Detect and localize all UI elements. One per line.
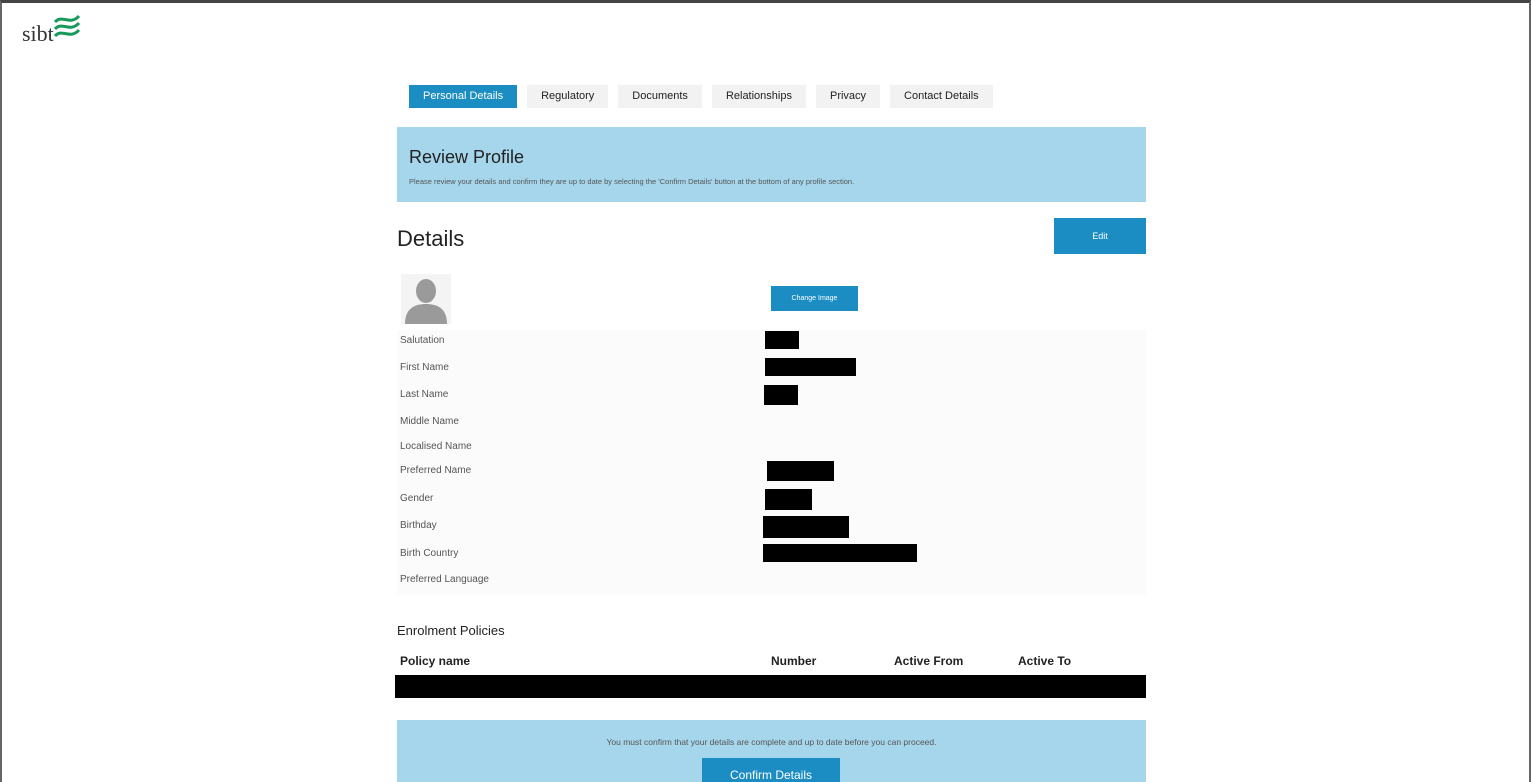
field-label: Preferred Language — [400, 574, 489, 585]
field-first-name: First Name — [397, 358, 1146, 380]
redacted-value — [765, 489, 812, 510]
column-header-active-to: Active To — [1018, 654, 1072, 668]
enrolment-policies-heading: Enrolment Policies — [397, 623, 505, 638]
logo-wave-icon — [53, 14, 80, 38]
field-middle-name: Middle Name — [397, 412, 1146, 434]
tab-regulatory[interactable]: Regulatory — [527, 85, 609, 108]
edit-button[interactable]: Edit — [1054, 218, 1146, 254]
field-gender: Gender — [397, 489, 1146, 511]
field-label: First Name — [400, 362, 449, 373]
redacted-value — [763, 544, 917, 562]
confirm-message: You must confirm that your details are c… — [606, 737, 937, 747]
confirm-details-button[interactable]: Confirm Details — [702, 758, 840, 782]
user-silhouette-icon — [405, 279, 447, 324]
tab-documents[interactable]: Documents — [618, 85, 702, 108]
field-label: Preferred Name — [400, 465, 472, 476]
field-birth-country: Birth Country — [397, 544, 1146, 566]
column-header-active-from: Active From — [894, 654, 964, 668]
field-label: Salutation — [400, 335, 445, 346]
field-preferred-language: Preferred Language — [397, 570, 1146, 592]
review-message: Please review your details and confirm t… — [409, 177, 855, 186]
field-birthday: Birthday — [397, 516, 1146, 538]
confirm-panel: You must confirm that your details are c… — [397, 720, 1146, 782]
profile-tabs: Personal Details Regulatory Documents Re… — [409, 85, 1003, 108]
change-image-button[interactable]: Change Image — [771, 286, 858, 311]
logo-text: sibt — [22, 21, 54, 46]
avatar — [401, 274, 451, 324]
sibt-logo[interactable]: sibt — [22, 12, 82, 47]
field-label: Last Name — [400, 389, 449, 400]
field-label: Birth Country — [400, 548, 459, 559]
table-row-redacted — [395, 675, 1146, 698]
redacted-value — [764, 385, 798, 405]
redacted-value — [767, 461, 834, 481]
field-label: Middle Name — [400, 416, 459, 427]
redacted-value — [765, 331, 799, 349]
redacted-value — [763, 516, 849, 538]
field-salutation: Salutation — [397, 331, 1146, 353]
field-localised-name: Localised Name — [397, 437, 1146, 459]
field-label: Localised Name — [400, 441, 472, 452]
field-label: Gender — [400, 493, 434, 504]
tab-personal-details[interactable]: Personal Details — [409, 85, 518, 108]
column-header-policy-name: Policy name — [400, 654, 471, 668]
tab-relationships[interactable]: Relationships — [711, 85, 806, 108]
redacted-value — [765, 358, 856, 376]
column-header-number: Number — [771, 654, 817, 668]
details-heading: Details — [397, 226, 465, 251]
tab-privacy[interactable]: Privacy — [815, 85, 881, 108]
field-last-name: Last Name — [397, 385, 1146, 407]
review-profile-panel: Review Profile Please review your detail… — [397, 127, 1146, 202]
field-label: Birthday — [400, 520, 437, 531]
field-preferred-name: Preferred Name — [397, 461, 1146, 483]
tab-contact-details[interactable]: Contact Details — [890, 85, 993, 108]
review-title: Review Profile — [409, 147, 525, 167]
